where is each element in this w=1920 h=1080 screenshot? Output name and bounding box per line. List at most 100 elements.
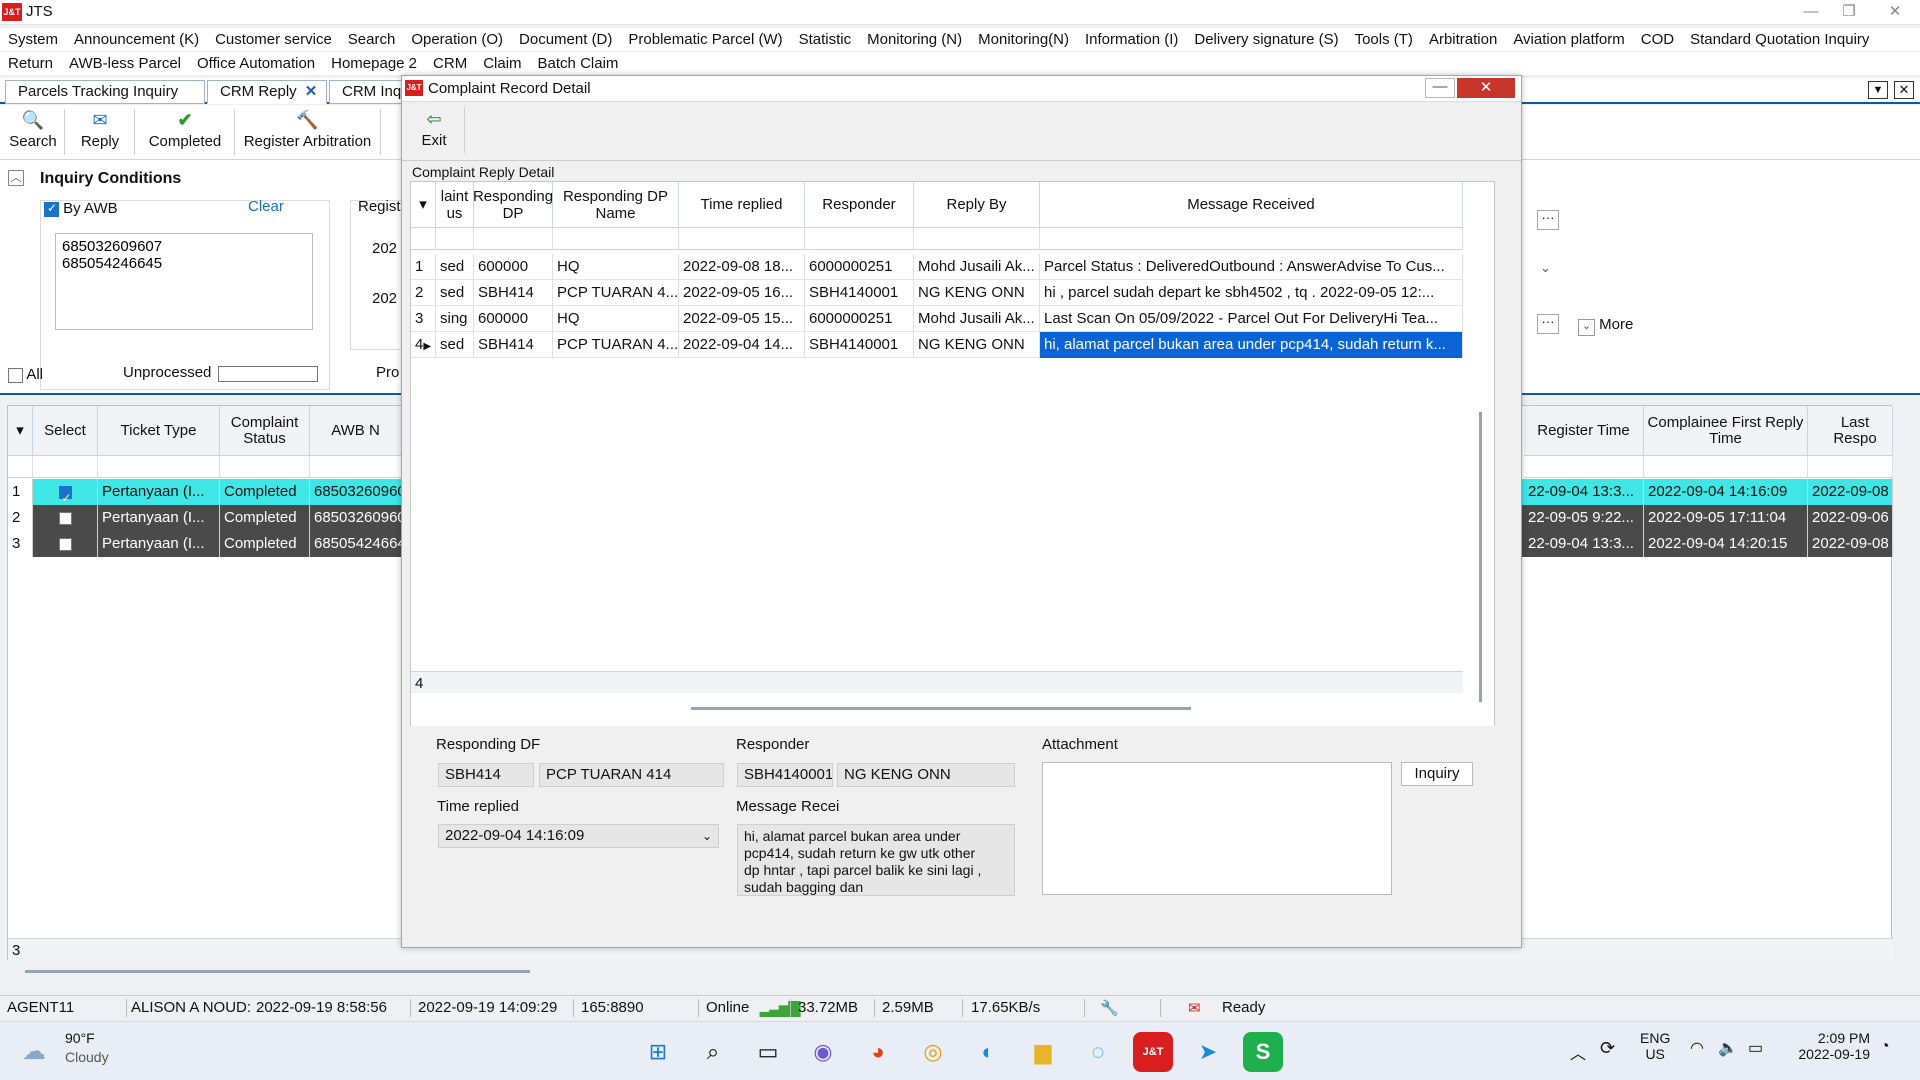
sheets-icon[interactable]: S — [1243, 1032, 1283, 1072]
row-menu-icon[interactable]: ▾ — [8, 406, 33, 456]
menu-item[interactable]: Customer service — [207, 28, 340, 51]
chevron-down-icon[interactable]: ▼ — [1868, 81, 1888, 99]
menu-item[interactable]: System — [0, 28, 66, 51]
filter-cell[interactable] — [1524, 456, 1644, 478]
table-row[interactable]: 3 sing 600000 HQ 2022-09-05 15... 600000… — [411, 306, 1463, 332]
col-complaint-status[interactable]: Complaint Status — [220, 406, 310, 456]
chevron-down-icon[interactable]: ⌄ — [1540, 260, 1551, 276]
messenger-icon[interactable]: ➤ — [1188, 1032, 1228, 1072]
more-options-button[interactable]: ··· — [1537, 210, 1559, 230]
menu-item[interactable]: AWB-less Parcel — [61, 52, 189, 75]
tab-crm-inquiry[interactable]: CRM Inq — [329, 80, 409, 104]
windows-start-icon[interactable]: ⊞ — [638, 1032, 678, 1072]
chrome-icon[interactable]: ◕ — [858, 1032, 898, 1072]
close-tab-icon[interactable]: ✕ — [305, 83, 318, 100]
menu-item[interactable]: Information (I) — [1077, 28, 1186, 51]
row-select-checkbox[interactable] — [33, 531, 98, 557]
menu-item[interactable]: Homepage 2 — [323, 52, 425, 75]
message-received-textarea[interactable]: hi, alamat parcel bukan area under pcp41… — [737, 824, 1015, 896]
filter-cell[interactable] — [1040, 228, 1463, 250]
filter-cell[interactable] — [474, 228, 553, 250]
col-ticket-type[interactable]: Ticket Type — [98, 406, 220, 456]
col-awb[interactable]: AWB N — [310, 406, 402, 456]
menu-item[interactable]: Tools (T) — [1347, 28, 1421, 51]
filter-cell[interactable] — [310, 456, 402, 478]
search-button[interactable]: 🔍 Search — [6, 107, 60, 157]
filter-cell[interactable] — [553, 228, 679, 250]
reply-button[interactable]: ✉ Reply — [70, 107, 130, 157]
table-row[interactable]: 4▶ sed SBH414 PCP TUARAN 4... 2022-09-04… — [411, 332, 1463, 358]
col-responding-dp-name[interactable]: Responding DP Name — [553, 182, 679, 228]
menu-item[interactable]: Statistic — [791, 28, 860, 51]
edge-icon[interactable]: ◐ — [968, 1032, 1008, 1072]
menu-item[interactable]: Standard Quotation Inquiry — [1682, 28, 1877, 51]
chat-icon[interactable]: ◉ — [803, 1032, 843, 1072]
col-select[interactable]: Select — [33, 406, 98, 456]
clock[interactable]: 2:09 PM 2022-09-19 — [1790, 1030, 1870, 1062]
minimize-button[interactable]: — — [1425, 78, 1455, 98]
row-select-checkbox[interactable] — [33, 505, 98, 531]
language-indicator[interactable]: ENG US — [1640, 1030, 1670, 1062]
menu-item[interactable]: Announcement (K) — [66, 28, 207, 51]
wifi-icon[interactable]: ◠ — [1690, 1038, 1704, 1058]
jts-app-icon[interactable]: J&T — [1133, 1032, 1173, 1072]
close-icon[interactable]: ✕ — [1894, 81, 1914, 99]
col-reply-by[interactable]: Reply By — [914, 182, 1040, 228]
battery-icon[interactable]: ▭ — [1748, 1038, 1763, 1058]
menu-item[interactable]: COD — [1633, 28, 1682, 51]
close-button[interactable]: ✕ — [1876, 0, 1914, 24]
filter-cell[interactable] — [1808, 456, 1893, 478]
table-row[interactable]: 2 sed SBH414 PCP TUARAN 4... 2022-09-05 … — [411, 280, 1463, 306]
menu-item[interactable]: Delivery signature (S) — [1186, 28, 1346, 51]
menu-item[interactable]: Office Automation — [189, 52, 323, 75]
filter-cell[interactable] — [914, 228, 1040, 250]
chevron-up-icon[interactable]: ︿ — [1570, 1040, 1586, 1064]
menu-item[interactable]: Monitoring (N) — [859, 28, 970, 51]
col-responder[interactable]: Responder — [805, 182, 914, 228]
col-register-time[interactable]: Register Time — [1524, 406, 1644, 456]
filter-cell[interactable] — [411, 228, 436, 250]
menu-item[interactable]: CRM — [425, 52, 475, 75]
filter-cell[interactable] — [436, 228, 474, 250]
attachment-box[interactable] — [1042, 762, 1392, 895]
end-date[interactable]: 202 — [372, 290, 397, 307]
minimize-button[interactable]: — — [1792, 0, 1830, 24]
close-button[interactable]: ✕ — [1457, 78, 1515, 98]
clear-link[interactable]: Clear — [248, 198, 284, 215]
col-message-received[interactable]: Message Received — [1040, 182, 1463, 228]
tab-parcels-tracking[interactable]: Parcels Tracking Inquiry — [5, 80, 205, 104]
register-arbitration-button[interactable]: 🔨 Register Arbitration — [240, 107, 375, 157]
file-explorer-icon[interactable]: ▆ — [1023, 1032, 1063, 1072]
col-first-reply[interactable]: Complainee First Reply Time — [1644, 406, 1808, 456]
sync-icon[interactable]: ⟳ — [1600, 1038, 1615, 1059]
more-options-button[interactable]: ··· — [1537, 314, 1559, 334]
vertical-scrollbar[interactable] — [1479, 412, 1482, 702]
collapse-icon[interactable]: ︿ — [8, 170, 24, 186]
responder-code-field[interactable]: SBH4140001 — [737, 763, 833, 787]
browser-icon[interactable]: ◎ — [913, 1032, 953, 1072]
dp-name-field[interactable]: PCP TUARAN 414 — [539, 763, 724, 787]
col-complaint-status[interactable]: laint us — [436, 182, 474, 228]
menu-item[interactable]: Arbitration — [1421, 28, 1505, 51]
weather-temperature[interactable]: 90°F — [65, 1030, 95, 1046]
restore-button[interactable]: ❐ — [1830, 0, 1868, 24]
filter-cell[interactable] — [98, 456, 220, 478]
col-last-response[interactable]: Last Respo — [1808, 406, 1893, 456]
volume-icon[interactable]: 🔈 — [1718, 1038, 1738, 1058]
menu-item[interactable]: Problematic Parcel (W) — [620, 28, 790, 51]
menu-item[interactable]: Search — [340, 28, 404, 51]
completed-button[interactable]: ✔ Completed — [140, 107, 230, 157]
menu-item[interactable]: Return — [0, 52, 61, 75]
menu-item[interactable]: Batch Claim — [530, 52, 627, 75]
task-view-icon[interactable]: ▭ — [748, 1032, 788, 1072]
menu-item[interactable]: Aviation platform — [1505, 28, 1632, 51]
by-awb-checkbox[interactable]: By AWB — [44, 200, 118, 217]
filter-cell[interactable] — [220, 456, 310, 478]
filter-cell[interactable] — [679, 228, 805, 250]
filter-cell[interactable] — [8, 456, 33, 478]
search-icon[interactable]: ⌕ — [693, 1032, 733, 1072]
awb-textarea[interactable]: 685032609607 685054246645 — [55, 233, 313, 330]
horizontal-scrollbar[interactable] — [691, 707, 1191, 710]
tab-crm-reply[interactable]: CRM Reply ✕ — [207, 80, 327, 104]
start-date[interactable]: 202 — [372, 240, 397, 257]
